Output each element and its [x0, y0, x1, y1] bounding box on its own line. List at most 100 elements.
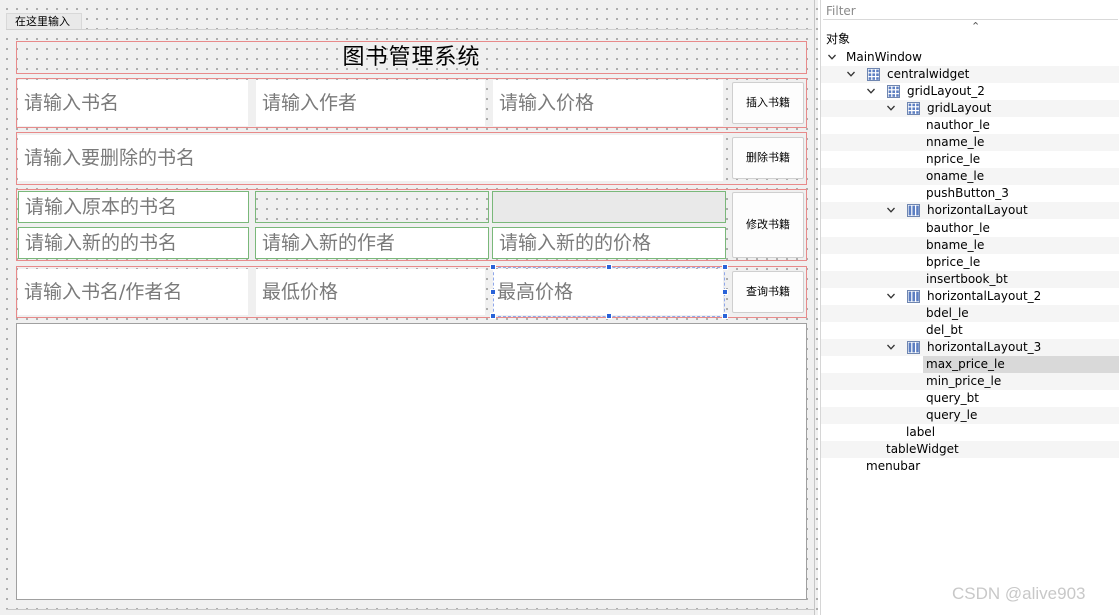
sort-indicator-icon[interactable]: ⌃	[971, 20, 980, 33]
tree-item-label: bdel_le	[926, 305, 969, 320]
form-canvas: 在这里输入 图书管理系统 请输入书名 请输入作者 请输入价格 插入书籍 请输入要…	[0, 0, 818, 615]
tree-item-label: centralwidget	[887, 67, 970, 82]
tree-item-bdel-le[interactable]: bdel_le	[821, 304, 1119, 322]
resize-handle[interactable]	[722, 289, 728, 295]
insert-layout[interactable]: 请输入书名 请输入作者 请输入价格 插入书籍	[16, 78, 807, 128]
tree-item-label: min_price_le	[926, 373, 1002, 388]
tree-item-label: bname_le	[926, 237, 985, 252]
query-input[interactable]: 请输入书名/作者名	[18, 269, 248, 315]
watermark: CSDN @alive903	[952, 584, 1086, 603]
chevron-down-icon[interactable]	[847, 70, 855, 78]
chevron-down-icon[interactable]	[828, 53, 836, 61]
empty-grid-cell	[492, 191, 726, 223]
object-inspector: Filter ⌃ 对象 MainWindow centralwidget gridL…	[820, 0, 1119, 615]
resize-handle[interactable]	[490, 289, 496, 295]
tree-item-bprice-le[interactable]: bprice_le	[821, 254, 1119, 271]
tree-item-oname-le[interactable]: oname_le	[821, 168, 1119, 186]
tree-item-label: nprice_le	[926, 152, 981, 167]
tree-item-bname-le[interactable]: bname_le	[821, 236, 1119, 254]
tree-item-query-bt[interactable]: query_bt	[821, 390, 1119, 407]
modify-grid-layout[interactable]: 请输入原本的书名 请输入新的的书名 请输入新的作者 请输入新的的价格 修改书籍	[16, 189, 807, 261]
tree-item-label: pushButton_3	[926, 186, 1009, 201]
tree-item-label: bprice_le	[926, 254, 981, 269]
tree-item-label: insertbook_bt	[926, 271, 1008, 286]
tree-item-label: tableWidget	[886, 442, 959, 457]
query-book-button[interactable]: 查询书籍	[732, 271, 804, 313]
tree-item-label: menubar	[866, 459, 921, 474]
tree-item-label: MainWindow	[846, 50, 922, 64]
tree-item-nname-le[interactable]: nname_le	[821, 134, 1119, 152]
resize-handle[interactable]	[606, 264, 612, 270]
old-book-name-input[interactable]: 请输入原本的书名	[18, 191, 249, 223]
tree-item-bauthor-le[interactable]: bauthor_le	[821, 220, 1119, 237]
tree-item-horizontallayout-2[interactable]: horizontalLayout_2	[821, 288, 1119, 305]
tree-item-horizontallayout-3[interactable]: horizontalLayout_3	[821, 338, 1119, 356]
grid-layout-icon	[867, 68, 880, 82]
tree-item-label: horizontalLayout_2	[927, 288, 1042, 303]
tree-item-gridlayout-2[interactable]: gridLayout_2	[821, 83, 1119, 100]
tree-item-min-price-le[interactable]: min_price_le	[821, 372, 1119, 390]
insert-book-button[interactable]: 插入书籍	[732, 82, 804, 124]
tree-item-nprice-le[interactable]: nprice_le	[821, 151, 1119, 168]
tree-item-label: bauthor_le	[926, 220, 990, 235]
tree-item-label: nauthor_le	[926, 118, 990, 133]
horizontal-layout-icon	[907, 289, 920, 303]
new-book-name-input[interactable]: 请输入新的的书名	[18, 227, 249, 259]
tree-item-label: horizontalLayout_3	[927, 339, 1042, 354]
title-layout[interactable]: 图书管理系统	[16, 41, 807, 74]
tree-item-insertbook-bt[interactable]: insertbook_bt	[821, 270, 1119, 288]
delete-book-name-input[interactable]: 请输入要删除的书名	[18, 135, 723, 181]
tree-item-query-le[interactable]: query_le	[821, 407, 1119, 425]
tree-item-label: del_bt	[926, 322, 963, 337]
tree-item-horizontallayout[interactable]: horizontalLayout	[821, 202, 1119, 220]
tree-item-max-price-le[interactable]: max_price_le	[821, 355, 1119, 373]
grid-layout-icon	[907, 102, 920, 116]
new-price-input[interactable]: 请输入新的的价格	[492, 227, 726, 259]
tree-item-tablewidget[interactable]: tableWidget	[821, 441, 1119, 459]
delete-book-button[interactable]: 删除书籍	[732, 137, 804, 179]
tree-item-gridlayout[interactable]: gridLayout	[821, 100, 1119, 118]
chevron-down-icon[interactable]	[887, 292, 895, 300]
tree-item-nauthor-le[interactable]: nauthor_le	[821, 117, 1119, 134]
tree-item-del-bt[interactable]: del_bt	[821, 322, 1119, 339]
menubar-divider	[6, 29, 812, 30]
chevron-down-icon[interactable]	[887, 104, 895, 112]
resize-handle[interactable]	[722, 264, 728, 270]
table-widget[interactable]	[16, 323, 807, 600]
delete-layout[interactable]: 请输入要删除的书名 删除书籍	[16, 132, 807, 185]
author-input[interactable]: 请输入作者	[256, 80, 485, 126]
tree-item-label: max_price_le	[926, 356, 1005, 371]
tree-item-label: gridLayout	[927, 101, 992, 116]
chevron-down-icon[interactable]	[887, 343, 895, 351]
form-border	[814, 0, 815, 615]
empty-grid-cell	[255, 191, 489, 223]
book-name-input[interactable]: 请输入书名	[18, 80, 248, 126]
filter-input[interactable]: Filter	[823, 2, 1118, 20]
page-title: 图书管理系统	[342, 45, 481, 70]
tree-item-centralwidget[interactable]: centralwidget	[821, 66, 1119, 84]
grid-layout-icon	[887, 85, 900, 99]
tree-item-menubar[interactable]: menubar	[821, 458, 1119, 475]
column-header-object[interactable]: 对象	[826, 30, 850, 47]
chevron-down-icon[interactable]	[867, 87, 875, 95]
price-input[interactable]: 请输入价格	[493, 80, 723, 126]
resize-handle[interactable]	[722, 313, 728, 319]
modify-book-button[interactable]: 修改书籍	[732, 192, 804, 258]
tree-item-label: gridLayout_2	[907, 84, 985, 99]
menubar-type-here[interactable]: 在这里输入	[6, 13, 82, 29]
tree-item-mainwindow[interactable]: MainWindow	[821, 49, 1119, 66]
resize-handle[interactable]	[490, 313, 496, 319]
tree-item-label: horizontalLayout	[927, 203, 1028, 218]
tree-item-label[interactable]: label	[821, 424, 1119, 441]
tree-item-pushbutton-3[interactable]: pushButton_3	[821, 185, 1119, 202]
resize-handle[interactable]	[606, 313, 612, 319]
form-border	[6, 609, 814, 610]
min-price-input[interactable]: 最低价格	[256, 269, 485, 315]
chevron-down-icon[interactable]	[887, 206, 895, 214]
resize-handle[interactable]	[490, 264, 496, 270]
new-author-input[interactable]: 请输入新的作者	[255, 227, 489, 259]
query-layout[interactable]: 请输入书名/作者名 最低价格 最高价格 查询书籍	[16, 264, 807, 319]
max-price-input[interactable]: 最高价格	[493, 269, 723, 315]
tree-item-label: label	[906, 425, 936, 440]
horizontal-layout-icon	[907, 340, 920, 354]
